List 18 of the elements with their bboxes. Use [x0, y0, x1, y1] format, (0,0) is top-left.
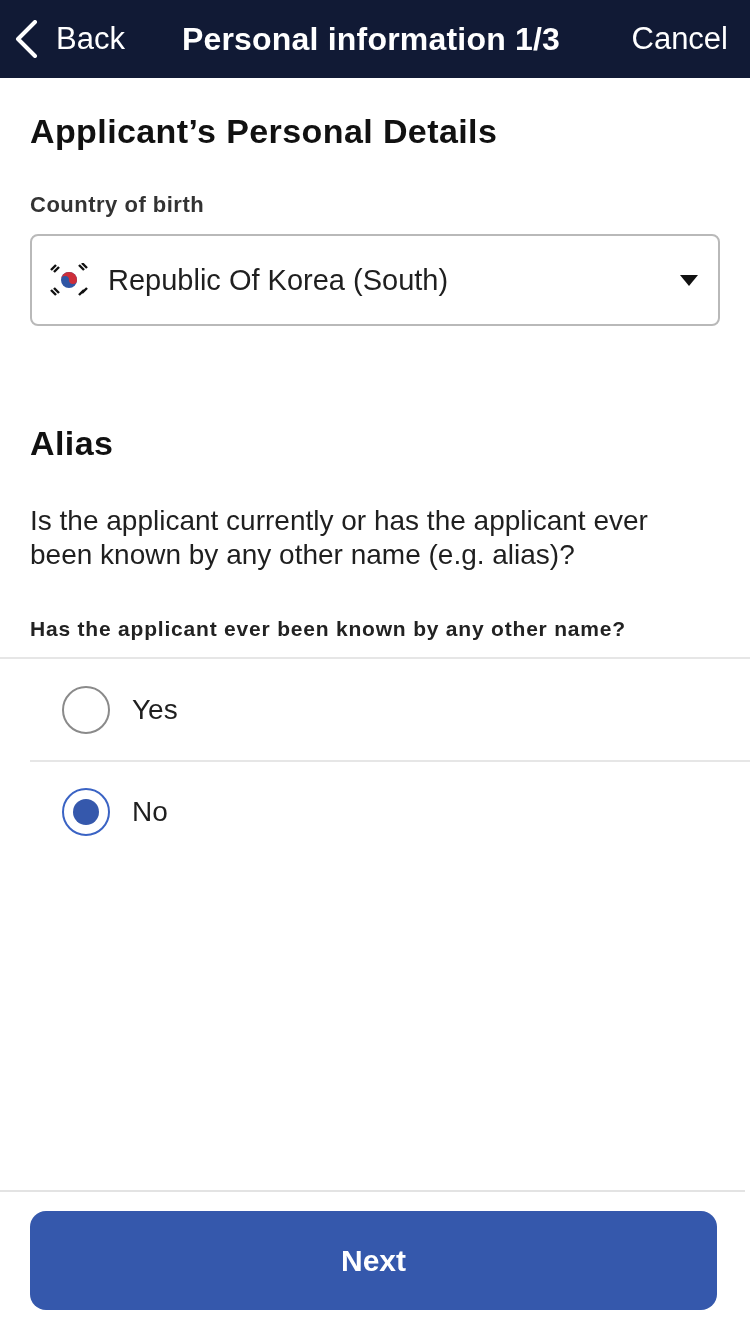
- country-select[interactable]: Republic Of Korea (South): [30, 234, 720, 326]
- back-button[interactable]: Back: [14, 20, 125, 58]
- caret-icon: [680, 274, 698, 286]
- chevron-left-icon: [14, 20, 38, 58]
- radio-button[interactable]: [62, 685, 110, 734]
- field-label: Country of birth: [30, 192, 206, 218]
- radio-option[interactable]: No: [30, 760, 750, 861]
- section-heading: Applicant’s Personal Details: [30, 111, 499, 152]
- question-label: Has the applicant ever been known by any other name?: [30, 616, 627, 642]
- description-text: Is the applicant currently or has the applicant ever been known by any other name (e.g. alias)?: [30, 504, 649, 572]
- section-heading: Alias: [30, 423, 115, 464]
- page-title: Personal information 1/3: [181, 20, 561, 58]
- next-button[interactable]: Next: [30, 1211, 717, 1310]
- radio-option[interactable]: Yes: [30, 659, 750, 760]
- flag-icon: [48, 263, 90, 297]
- radio-button[interactable]: [62, 787, 110, 836]
- cancel-button[interactable]: Cancel: [631, 21, 728, 57]
- select-value: Republic Of Korea (South): [108, 263, 450, 297]
